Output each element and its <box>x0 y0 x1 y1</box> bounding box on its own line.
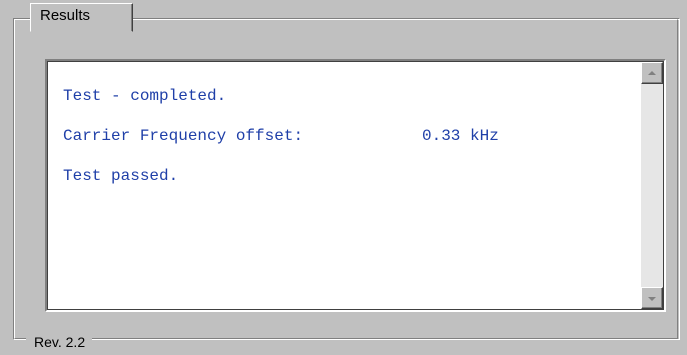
output-line-frequency-label: Carrier Frequency offset: <box>63 127 304 145</box>
output-frequency-value: 0.33 kHz <box>422 127 499 145</box>
arrow-down-icon <box>648 297 656 301</box>
revision-label: Rev. 2.2 <box>34 334 86 350</box>
scroll-down-button[interactable] <box>641 287 663 309</box>
arrow-up-icon <box>648 71 656 75</box>
results-window: Results Test - completed. Carrier Freque… <box>0 0 687 355</box>
output-line-test-status: Test - completed. <box>63 87 227 105</box>
vertical-scrollbar[interactable] <box>641 62 663 309</box>
scroll-up-button[interactable] <box>641 62 663 84</box>
results-title: Results <box>40 7 91 24</box>
output-line-result: Test passed. <box>63 167 179 185</box>
